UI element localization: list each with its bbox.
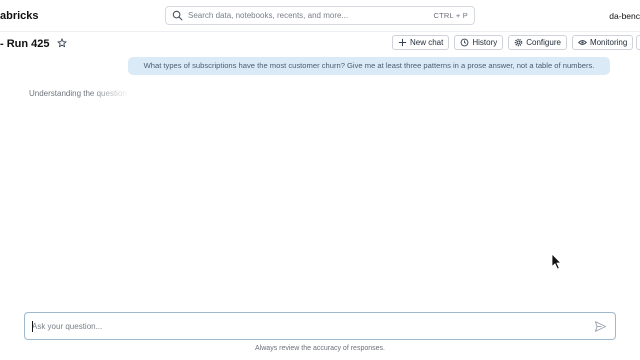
top-bar: abricks Search data, notebooks, recents,…: [0, 0, 640, 32]
search-shortcut-hint: CTRL + P: [433, 11, 468, 20]
text-caret: [32, 321, 33, 332]
plus-icon: [398, 38, 407, 47]
history-label: History: [472, 38, 498, 47]
send-icon[interactable]: [594, 320, 607, 333]
configure-button[interactable]: Configure: [508, 35, 567, 50]
new-chat-label: New chat: [410, 38, 444, 47]
history-button[interactable]: History: [454, 35, 504, 50]
accuracy-disclaimer: Always review the accuracy of responses.: [255, 345, 385, 352]
configure-label: Configure: [526, 38, 561, 47]
assistant-status-text: Understanding the question: [29, 89, 127, 98]
action-buttons: New chat History Configure Monitoring: [392, 35, 634, 50]
brand-logo-text[interactable]: abricks: [0, 10, 39, 22]
workspace-name[interactable]: da-benc: [609, 11, 640, 21]
new-chat-button[interactable]: New chat: [392, 35, 450, 50]
app-window: abricks Search data, notebooks, recents,…: [0, 0, 640, 360]
global-search[interactable]: Search data, notebooks, recents, and mor…: [165, 6, 475, 25]
star-icon[interactable]: [57, 38, 67, 48]
overflow-button-edge[interactable]: [636, 35, 640, 50]
title-row: - Run 425 New chat History Configure Mon…: [0, 34, 640, 54]
monitoring-button[interactable]: Monitoring: [571, 35, 634, 50]
monitoring-label: Monitoring: [589, 38, 628, 47]
search-icon: [172, 10, 183, 21]
question-composer: [24, 312, 616, 340]
eye-icon: [578, 40, 587, 45]
mouse-cursor-icon: [551, 253, 562, 270]
question-input[interactable]: [32, 319, 572, 334]
page-title: - Run 425: [0, 38, 50, 50]
history-icon: [460, 38, 469, 47]
user-message-bubble: What types of subscriptions have the mos…: [128, 57, 610, 75]
gear-icon: [514, 38, 523, 47]
search-placeholder[interactable]: Search data, notebooks, recents, and mor…: [188, 11, 434, 20]
